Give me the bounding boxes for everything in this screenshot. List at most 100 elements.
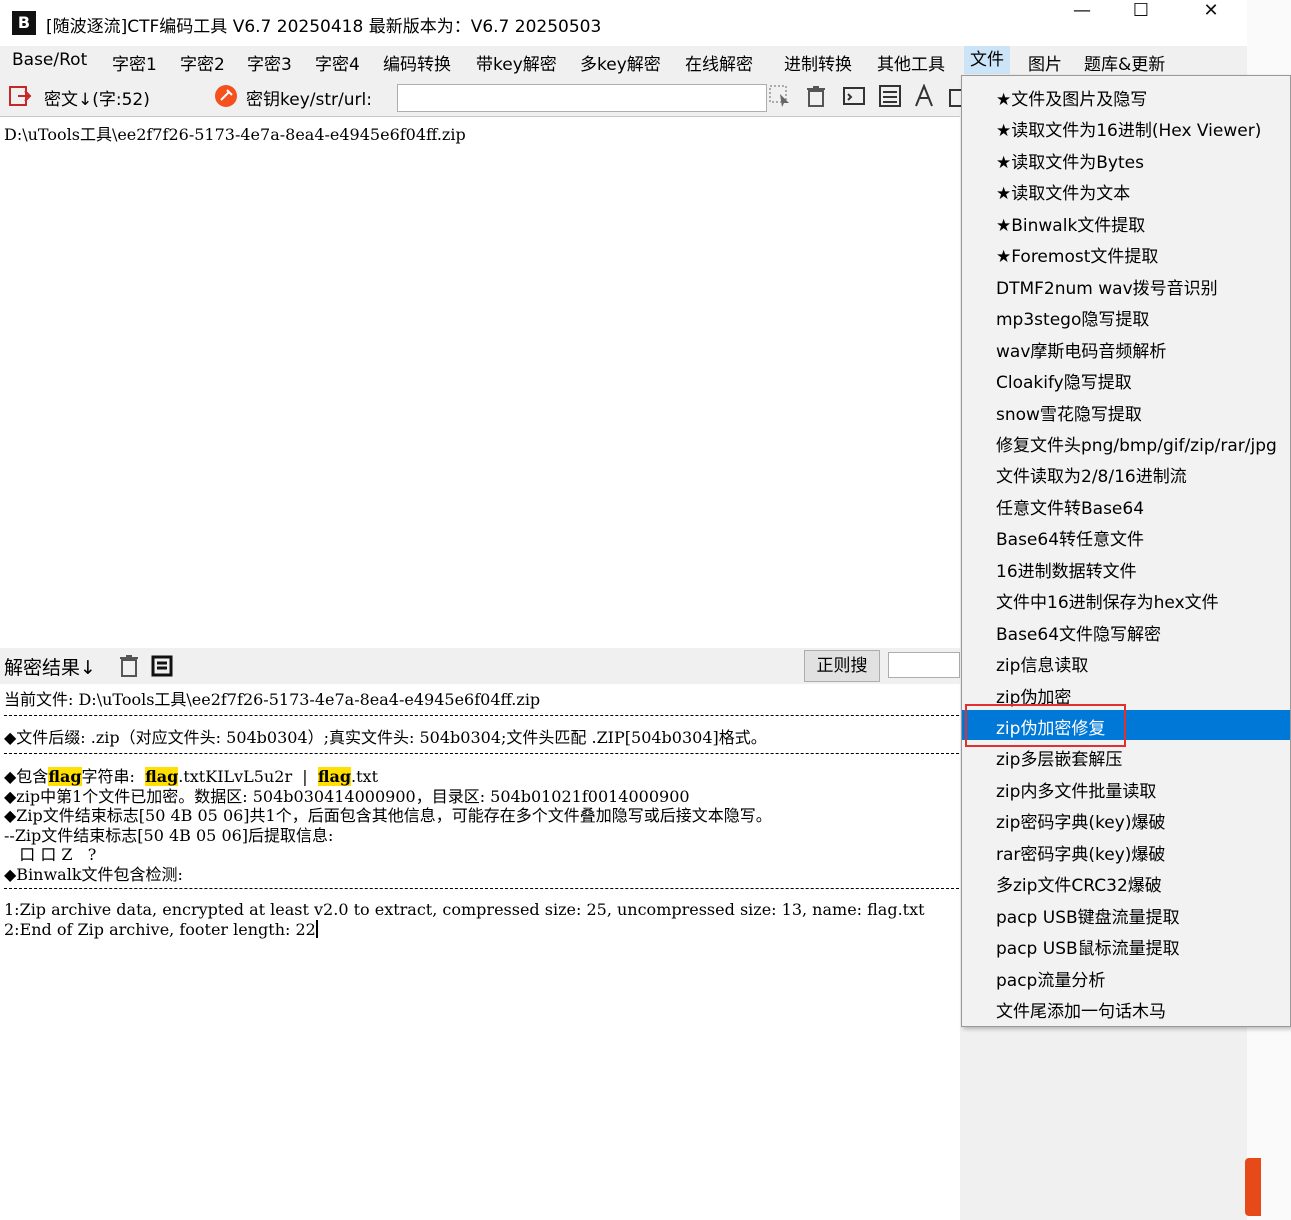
separator xyxy=(4,715,959,716)
file-menu-item[interactable]: 文件读取为2/8/16进制流 xyxy=(962,458,1290,488)
file-menu-item-label: 多zip文件CRC32爆破 xyxy=(996,876,1162,897)
file-menu-item-label: DTMF2num wav拨号音识别 xyxy=(996,278,1218,299)
clear-result-trash-icon[interactable] xyxy=(118,654,140,678)
file-menu-item[interactable]: pacp USB键盘流量提取 xyxy=(962,899,1290,929)
file-menu-item-label: Base64文件隐写解密 xyxy=(996,624,1162,645)
file-menu-item[interactable]: ★读取文件为文本 xyxy=(962,175,1290,205)
background-orange-button xyxy=(1245,1158,1261,1216)
cursor-select-icon[interactable] xyxy=(768,84,792,108)
file-menu-item[interactable]: ★读取文件为16进制(Hex Viewer) xyxy=(962,112,1290,142)
file-menu-item[interactable]: 16进制数据转文件 xyxy=(962,553,1290,583)
file-menu-item[interactable]: pacp USB鼠标流量提取 xyxy=(962,930,1290,960)
file-dropdown-menu: ★文件及图片及隐写 ★读取文件为16进制(Hex Viewer) ★读取文件为Byt… xyxy=(961,75,1291,1027)
file-menu-item-label: Cloakify隐写提取 xyxy=(996,373,1132,394)
file-menu-item[interactable]: 任意文件转Base64 xyxy=(962,490,1290,520)
regex-search-button[interactable]: 正则搜 xyxy=(804,650,880,682)
file-menu-item[interactable]: Cloakify隐写提取 xyxy=(962,364,1290,394)
file-menu-item-label: pacp USB鼠标流量提取 xyxy=(996,939,1180,960)
separator xyxy=(4,753,959,754)
file-menu-item[interactable]: 多zip文件CRC32爆破 xyxy=(962,867,1290,897)
key-icon[interactable] xyxy=(214,84,238,108)
file-menu-item-label: ★Binwalk文件提取 xyxy=(996,215,1146,236)
file-menu-item-label: 16进制数据转文件 xyxy=(996,561,1137,582)
file-menu-item[interactable]: ★读取文件为Bytes xyxy=(962,144,1290,174)
import-icon[interactable] xyxy=(8,84,32,108)
menu-zimi4[interactable]: 字密4 xyxy=(315,50,360,75)
calculator-icon[interactable] xyxy=(878,84,902,108)
file-menu-item[interactable]: pacp流量分析 xyxy=(962,962,1290,992)
title-bar: B [随波逐流]CTF编码工具 V6.7 20250418 最新版本为：V6.7… xyxy=(0,0,1247,46)
menu-multikey-decrypt[interactable]: 多key解密 xyxy=(580,50,661,75)
file-menu-item-label: zip密码字典(key)爆破 xyxy=(996,813,1166,834)
file-menu-item[interactable]: zip信息读取 xyxy=(962,647,1290,677)
cipher-content: D:\uTools工具\ee2f7f26-5173-4e7a-8ea4-e494… xyxy=(4,125,466,144)
file-menu-item[interactable]: Base64转任意文件 xyxy=(962,521,1290,551)
regex-input[interactable] xyxy=(888,652,960,678)
file-menu-item-label: wav摩斯电码音频解析 xyxy=(996,341,1167,362)
key-label: 密钥key/str/url: xyxy=(246,90,372,110)
file-menu-item-label: 修复文件头png/bmp/gif/zip/rar/jpg xyxy=(996,435,1277,456)
app-logo-icon: B xyxy=(12,11,36,35)
scrollbar[interactable] xyxy=(1221,1027,1247,1220)
file-menu-item-label: ★读取文件为Bytes xyxy=(996,152,1144,173)
menu-file[interactable]: 文件 xyxy=(964,46,1010,74)
file-menu-item[interactable]: 文件中16进制保存为hex文件 xyxy=(962,584,1290,614)
file-menu-item[interactable]: zip内多文件批量读取 xyxy=(962,773,1290,803)
close-button[interactable]: ✕ xyxy=(1176,0,1246,46)
file-menu-item[interactable]: zip密码字典(key)爆破 xyxy=(962,804,1290,834)
file-menu-item-label: ★Foremost文件提取 xyxy=(996,247,1159,268)
file-menu-item[interactable]: snow雪花隐写提取 xyxy=(962,396,1290,426)
file-menu-item[interactable]: Base64文件隐写解密 xyxy=(962,616,1290,646)
file-menu-item-label: mp3stego隐写提取 xyxy=(996,310,1150,331)
file-menu-item-label: 文件读取为2/8/16进制流 xyxy=(996,467,1187,488)
trash-icon[interactable] xyxy=(804,84,828,108)
file-menu-item-label: rar密码字典(key)爆破 xyxy=(996,844,1166,865)
key-input[interactable] xyxy=(397,84,767,112)
file-menu-item-label: ★读取文件为16进制(Hex Viewer) xyxy=(996,121,1262,142)
menu-image[interactable]: 图片 xyxy=(1028,50,1062,75)
text-a-icon[interactable] xyxy=(912,84,936,108)
file-menu-item[interactable]: 文件尾添加一句话木马 xyxy=(962,993,1290,1023)
binwalk-result-2: 2:End of Zip archive, footer length: 22 xyxy=(4,920,318,939)
file-menu-item[interactable]: mp3stego隐写提取 xyxy=(962,301,1290,331)
result-label: 解密结果↓ xyxy=(4,657,96,679)
cipher-label: 密文↓(字:52) xyxy=(44,90,150,110)
cipher-textarea[interactable]: D:\uTools工具\ee2f7f26-5173-4e7a-8ea4-e494… xyxy=(0,116,960,648)
file-menu-item[interactable]: ★Foremost文件提取 xyxy=(962,238,1290,268)
maximize-button[interactable]: ☐ xyxy=(1106,0,1176,46)
file-menu-item-label: ★文件及图片及隐写 xyxy=(996,90,1148,110)
file-menu-item-label: zip内多文件批量读取 xyxy=(996,781,1157,802)
file-menu-item[interactable]: 修复文件头png/bmp/gif/zip/rar/jpg xyxy=(962,427,1290,457)
menu-other-tools[interactable]: 其他工具 xyxy=(877,50,945,75)
menu-key-decrypt[interactable]: 带key解密 xyxy=(476,50,557,75)
file-menu-item-label: 文件中16进制保存为hex文件 xyxy=(996,593,1219,614)
file-menu-item[interactable]: ★Binwalk文件提取 xyxy=(962,207,1290,237)
menu-base-convert[interactable]: 进制转换 xyxy=(784,50,852,75)
file-menu-item[interactable]: rar密码字典(key)爆破 xyxy=(962,836,1290,866)
menu-zimi3[interactable]: 字密3 xyxy=(247,50,292,75)
file-menu-item-label: zip信息读取 xyxy=(996,656,1089,677)
menu-library-update[interactable]: 题库&更新 xyxy=(1084,50,1165,75)
menu-zimi1[interactable]: 字密1 xyxy=(112,50,157,75)
menu-bar: Base/Rot 字密1 字密2 字密3 字密4 编码转换 带key解密 多ke… xyxy=(0,46,1247,76)
file-menu-item[interactable]: ★文件及图片及隐写 xyxy=(962,81,1290,111)
menu-online-decrypt[interactable]: 在线解密 xyxy=(685,50,753,75)
file-menu-item-label: Base64转任意文件 xyxy=(996,530,1145,551)
menu-encoding[interactable]: 编码转换 xyxy=(383,50,451,75)
window-title: [随波逐流]CTF编码工具 V6.7 20250418 最新版本为：V6.7 2… xyxy=(46,17,602,37)
separator xyxy=(4,888,959,889)
file-menu-item-label: ★读取文件为文本 xyxy=(996,184,1131,205)
file-menu-item[interactable]: DTMF2num wav拨号音识别 xyxy=(962,270,1290,300)
current-file-line: 当前文件: D:\uTools工具\ee2f7f26-5173-4e7a-8ea… xyxy=(4,690,541,709)
menu-zimi2[interactable]: 字密2 xyxy=(180,50,225,75)
copy-result-icon[interactable] xyxy=(150,654,174,678)
annotation-highlight-box xyxy=(965,704,1126,747)
file-menu-item-label: pacp流量分析 xyxy=(996,970,1106,991)
menu-base-rot[interactable]: Base/Rot xyxy=(12,50,87,70)
terminal-icon[interactable] xyxy=(842,84,866,108)
file-menu-item-label: pacp USB键盘流量提取 xyxy=(996,907,1180,928)
result-textarea[interactable]: 当前文件: D:\uTools工具\ee2f7f26-5173-4e7a-8ea… xyxy=(0,684,960,1220)
file-menu-item-label: 任意文件转Base64 xyxy=(996,498,1145,519)
file-menu-item[interactable]: wav摩斯电码音频解析 xyxy=(962,333,1290,363)
binwalk-result-1: 1:Zip archive data, encrypted at least v… xyxy=(4,900,925,919)
